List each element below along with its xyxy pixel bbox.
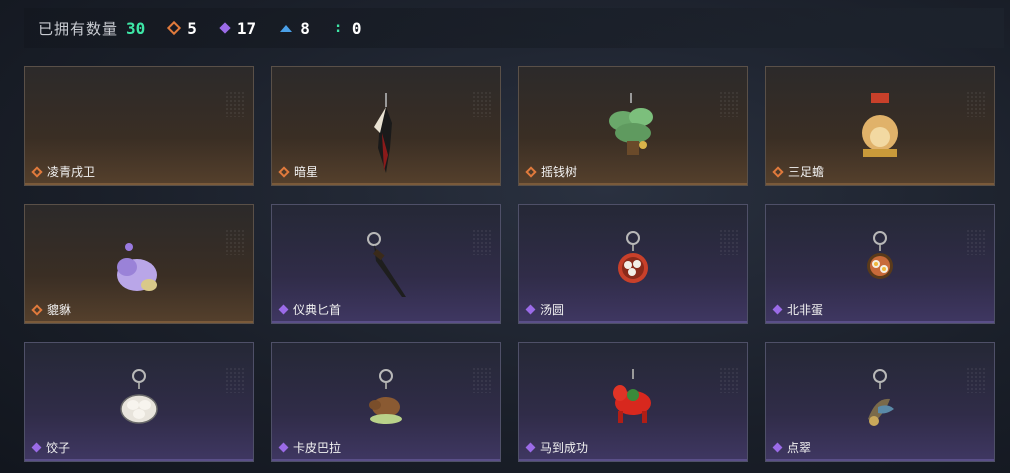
dumpling-charm-icon <box>119 369 159 429</box>
charm-card[interactable]: 仪典匕首 <box>271 204 501 324</box>
purple-diamond-icon <box>219 22 231 34</box>
charm-card[interactable]: 卡皮巴拉 <box>271 342 501 462</box>
card-pattern <box>966 91 986 117</box>
stat-orange: 5 <box>167 19 197 38</box>
tangyuan-charm-icon <box>616 231 650 289</box>
card-pattern <box>225 367 245 393</box>
orange-diamond-icon <box>167 20 182 36</box>
collection-header: 已拥有数量 30 5 17 8 :0 <box>24 8 1004 48</box>
charm-card[interactable]: 马到成功 <box>518 342 748 462</box>
charm-label: 饺子 <box>31 439 70 456</box>
owned-count-total: 30 <box>126 18 146 38</box>
card-pattern <box>472 229 492 255</box>
card-pattern <box>225 91 245 117</box>
stat-blue: 8 <box>280 19 310 38</box>
rarity-icon <box>772 304 783 315</box>
charm-card[interactable]: 汤圆 <box>518 204 748 324</box>
kingfisher-charm-icon <box>860 369 900 433</box>
capybara-charm-icon <box>366 369 406 431</box>
card-pattern <box>966 367 986 393</box>
charm-label: 汤圆 <box>525 301 564 318</box>
charm-card[interactable]: 摇钱树 <box>518 66 748 186</box>
charm-card[interactable]: 三足蟾 <box>765 66 995 186</box>
charm-label: 马到成功 <box>525 439 588 456</box>
rarity-icon <box>31 303 43 316</box>
rarity-icon <box>278 304 289 315</box>
charm-card[interactable]: 凌青戌卫 <box>24 66 254 186</box>
charm-label: 摇钱树 <box>525 163 577 180</box>
card-pattern <box>472 91 492 117</box>
charm-grid: 凌青戌卫 暗星 摇钱树 三足蟾 貔貅 仪典匕首 汤圆 北非蛋 饺子 卡皮巴拉 马… <box>24 66 995 462</box>
charm-card[interactable]: 北非蛋 <box>765 204 995 324</box>
charm-card[interactable]: 点翠 <box>765 342 995 462</box>
charm-card[interactable]: 貔貅 <box>24 204 254 324</box>
owned-count-label: 已拥有数量 <box>38 19 119 38</box>
three-legged-toad-charm-icon <box>855 93 905 167</box>
stat-purple: 17 <box>219 19 256 38</box>
charm-label: 点翠 <box>772 439 811 456</box>
feather-blade-charm-icon <box>366 93 406 185</box>
charm-label: 北非蛋 <box>772 301 823 318</box>
rarity-icon <box>31 442 42 453</box>
rarity-icon <box>525 304 536 315</box>
rarity-icon <box>772 442 783 453</box>
card-pattern <box>472 367 492 393</box>
charm-label: 卡皮巴拉 <box>278 439 341 456</box>
blue-arrow-icon <box>280 24 293 32</box>
charm-label: 三足蟾 <box>772 163 824 180</box>
charm-label: 暗星 <box>278 163 318 180</box>
rarity-icon <box>525 165 537 178</box>
shakshuka-charm-icon <box>865 231 895 285</box>
pixiu-charm-icon <box>109 235 169 303</box>
card-pattern <box>966 229 986 255</box>
teal-dot-icon: : <box>333 20 343 36</box>
ceremonial-dagger-charm-icon <box>356 231 416 305</box>
money-tree-charm-icon <box>603 93 663 167</box>
rarity-icon <box>525 442 536 453</box>
charm-label: 凌青戌卫 <box>31 163 95 180</box>
rarity-icon <box>772 165 784 178</box>
card-pattern <box>719 367 739 393</box>
charm-card[interactable]: 暗星 <box>271 66 501 186</box>
charm-card[interactable]: 饺子 <box>24 342 254 462</box>
card-pattern <box>225 229 245 255</box>
stat-teal: :0 <box>333 18 362 38</box>
rarity-icon <box>278 165 290 178</box>
card-pattern <box>719 91 739 117</box>
rarity-icon <box>278 442 289 453</box>
card-pattern <box>719 229 739 255</box>
charm-label: 仪典匕首 <box>278 301 341 318</box>
red-horse-charm-icon <box>608 369 658 429</box>
charm-label: 貔貅 <box>31 301 71 318</box>
rarity-icon <box>31 165 43 178</box>
